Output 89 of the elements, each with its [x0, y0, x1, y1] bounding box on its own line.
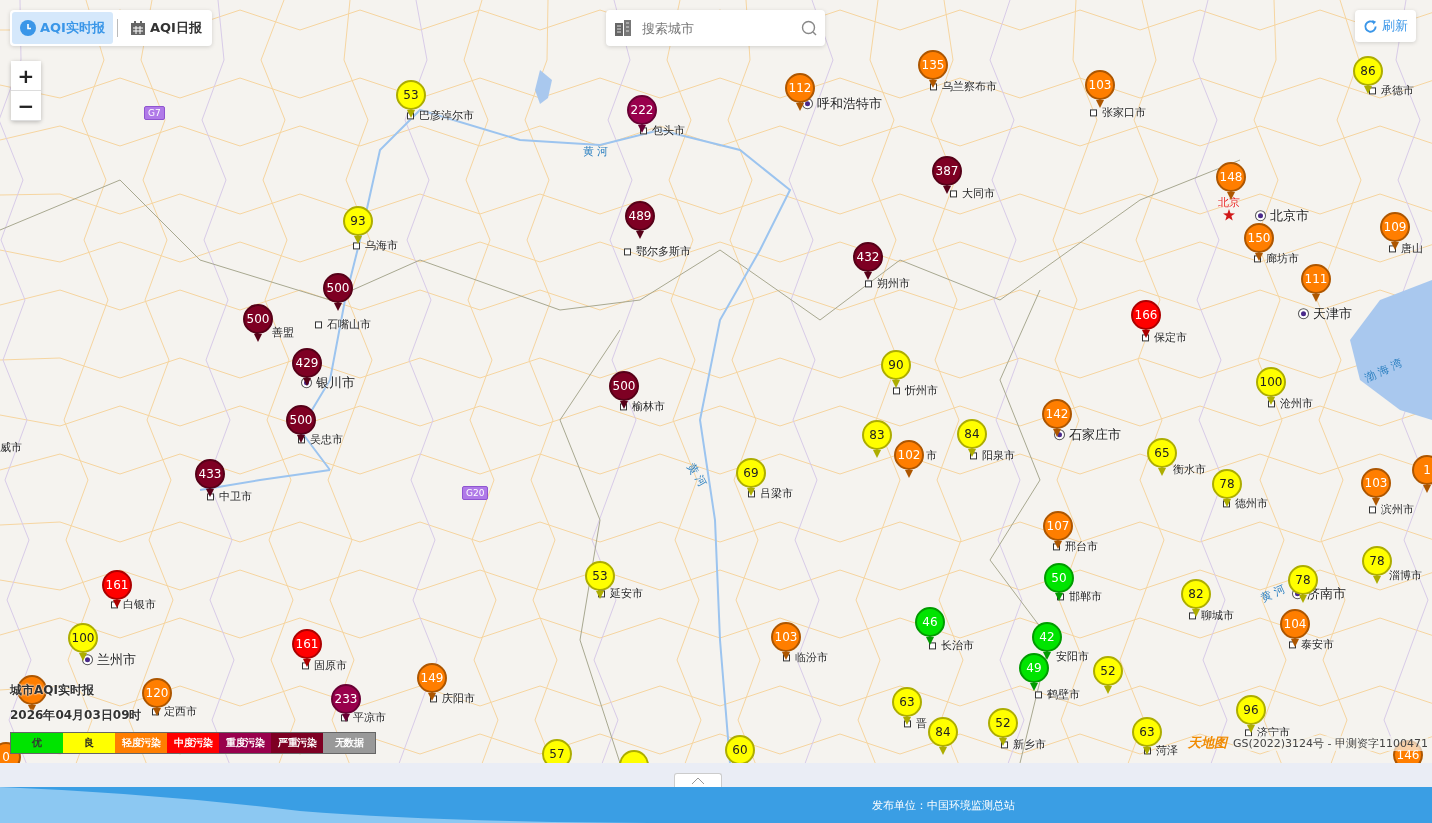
- clock-icon: [20, 20, 36, 36]
- buildings-icon: [614, 19, 632, 37]
- city-square-icon: [353, 242, 360, 250]
- city-square-icon: [624, 248, 631, 256]
- city-square-icon: [748, 490, 755, 498]
- city-square-icon: [929, 642, 936, 650]
- city-square-icon: [970, 452, 977, 460]
- zoom-in-button[interactable]: +: [11, 61, 41, 91]
- city-square-icon: [1268, 400, 1275, 408]
- city-label: 石嘴山市: [327, 318, 371, 332]
- city-square-icon: [1369, 506, 1376, 514]
- legend-item: 良: [63, 733, 115, 753]
- city-square-icon: [407, 112, 414, 120]
- city-label: 善盟: [272, 326, 294, 340]
- city-square-icon: [640, 127, 647, 135]
- lake-drawing: [535, 70, 552, 104]
- highway-shield: G7: [144, 106, 165, 120]
- city-label: 呼和浩特市: [817, 96, 882, 112]
- city-square-icon: [152, 708, 159, 716]
- caret-up-icon: [691, 776, 705, 785]
- search-field[interactable]: 搜索城市: [606, 10, 825, 46]
- legend-item: 无数据: [323, 733, 375, 753]
- aqi-marker[interactable]: 57: [542, 739, 572, 763]
- city-label: 鹤壁市: [1047, 688, 1080, 702]
- city-square-icon: [865, 280, 872, 288]
- legend-item: 中度污染: [167, 733, 219, 753]
- search-icon[interactable]: [801, 20, 817, 36]
- city-label: 淄博市: [1389, 569, 1422, 583]
- city-label: 滨州市: [1381, 503, 1414, 517]
- legend-item: 轻度污染: [115, 733, 167, 753]
- city-square-icon: [930, 83, 937, 91]
- city-square-icon: [298, 436, 305, 444]
- city-square-icon: [1254, 255, 1261, 263]
- city-square-icon: [1001, 741, 1008, 749]
- zoom-out-button[interactable]: −: [11, 91, 41, 121]
- city-square-icon: [1223, 500, 1230, 508]
- city-square-icon: [1144, 747, 1151, 755]
- city-square-icon: [1035, 691, 1042, 699]
- city-square-icon: [904, 720, 911, 728]
- water-label: 黄 河: [684, 460, 710, 490]
- city-label: 鄂尔多斯市: [636, 245, 691, 259]
- city-label: 张家口市: [1102, 106, 1146, 120]
- city-square-icon: [783, 654, 790, 662]
- refresh-icon: [1363, 18, 1378, 34]
- city-square-icon: [950, 190, 957, 198]
- city-square-icon: [1189, 612, 1196, 620]
- legend-item: 重度污染: [219, 733, 271, 753]
- legend-item: 严重污染: [271, 733, 323, 753]
- map-logo: 天地图: [1187, 734, 1227, 752]
- water-label: 渤 海 湾: [1362, 355, 1405, 386]
- city-label: 市: [926, 449, 937, 463]
- city-label: 北京市: [1270, 208, 1309, 224]
- publisher-text: 发布单位：中国环境监测总站: [872, 797, 1015, 813]
- report-time: 2026年04月03日09时: [10, 707, 142, 724]
- capital-dot-icon: [1055, 430, 1064, 440]
- water-label: 黄 河: [1258, 581, 1288, 606]
- water-label: 黄 河: [583, 144, 609, 159]
- highway-shield: G20: [462, 486, 489, 500]
- city-square-icon: [620, 403, 627, 411]
- city-square-icon: [1142, 334, 1149, 342]
- city-square-icon: [1289, 641, 1296, 649]
- city-label: 朔州市: [877, 277, 910, 291]
- city-label: 承德市: [1381, 84, 1414, 98]
- city-square-icon: [111, 601, 118, 609]
- city-square-icon: [1057, 593, 1064, 601]
- city-label: 天津市: [1313, 306, 1352, 322]
- city-label: 威市: [0, 441, 22, 455]
- capital-dot-icon: [1256, 211, 1265, 221]
- capital-dot-icon: [1299, 309, 1308, 319]
- city-square-icon: [1090, 109, 1097, 117]
- city-square-icon: [1369, 87, 1376, 95]
- city-square-icon: [207, 493, 214, 501]
- aqi-marker[interactable]: 60: [725, 735, 755, 763]
- city-square-icon: [315, 321, 322, 329]
- map-license: GS(2022)3124号 - 甲测资字1100471: [1232, 735, 1428, 751]
- city-square-icon: [1053, 543, 1060, 551]
- city-square-icon: [341, 714, 348, 722]
- legend-item: 优: [11, 733, 63, 753]
- city-label: 兰州市: [97, 652, 136, 668]
- capital-dot-icon: [83, 655, 92, 665]
- star-icon: [1223, 209, 1235, 222]
- city-square-icon: [302, 662, 309, 670]
- panel-toggle-button[interactable]: [674, 773, 722, 787]
- city-label: 大同市: [962, 187, 995, 201]
- city-label: 石家庄市: [1069, 427, 1121, 443]
- city-square-icon: [893, 387, 900, 395]
- city-square-icon: [1389, 245, 1396, 253]
- city-square-icon: [430, 695, 437, 703]
- calendar-icon: [129, 20, 146, 36]
